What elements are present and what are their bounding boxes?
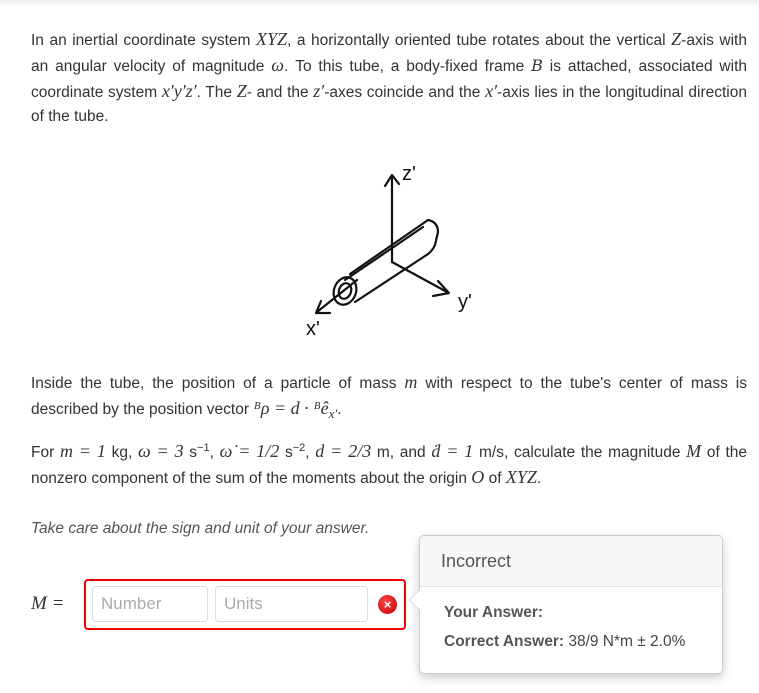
feedback-popover: Incorrect Your Answer: Correct Answer: 3… (409, 535, 723, 674)
tube-body (332, 218, 440, 306)
z-prime-label: z' (402, 163, 416, 185)
problem-given-values: For m = 1 kg, ω = 3 s−1, ω̇ = 1/2 s−2, d… (31, 441, 748, 488)
x-prime-label: x' (306, 318, 320, 340)
popover-arrow (409, 589, 420, 611)
correct-answer-value: 38/9 N*m ± 2.0% (568, 633, 686, 650)
y-axis-arrow (390, 260, 451, 298)
correct-answer-row: Correct Answer: 38/9 N*m ± 2.0% (444, 633, 686, 650)
units-input[interactable] (215, 586, 368, 622)
error-icon[interactable]: × (378, 595, 397, 614)
top-shadow (0, 0, 759, 8)
problem-position-vector: Inside the tube, the position of a parti… (31, 372, 748, 422)
answer-hint: Take care about the sign and unit of you… (31, 520, 370, 537)
your-answer-row: Your Answer: (444, 604, 544, 621)
y-prime-label: y' (458, 291, 472, 313)
answer-input-group: × (84, 579, 406, 630)
problem-intro: In an inertial coordinate system XYZ, a … (31, 29, 747, 125)
tube-diagram: z' y' x' (275, 150, 495, 350)
answer-label: M = (31, 593, 65, 614)
feedback-title: Incorrect (420, 536, 722, 587)
number-input[interactable] (92, 586, 208, 622)
